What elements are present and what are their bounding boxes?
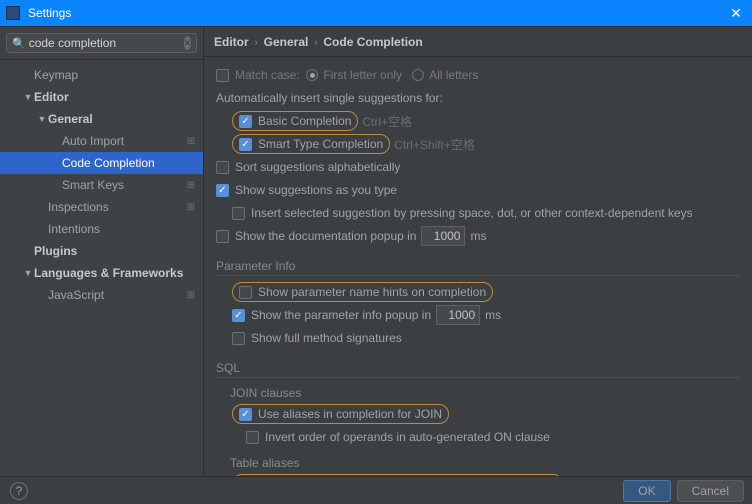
show-as-you-type-checkbox[interactable]: ✓ [216, 184, 229, 197]
param-delay-field[interactable] [436, 305, 480, 325]
smart-completion-checkbox[interactable]: ✓ [239, 138, 252, 151]
chevron-right-icon: › [314, 37, 317, 47]
chevron-down-icon: ▼ [22, 268, 34, 278]
all-letters-radio[interactable] [412, 69, 424, 81]
sidebar-item-languages[interactable]: ▼Languages & Frameworks [0, 262, 203, 284]
sidebar-item-smart-keys[interactable]: Smart Keys⊞ [0, 174, 203, 196]
param-popup-checkbox[interactable]: ✓ [232, 309, 245, 322]
search-input-wrap[interactable]: 🔍 ✕ [6, 33, 197, 53]
search-input[interactable] [29, 36, 184, 50]
chevron-right-icon: › [255, 37, 258, 47]
sidebar-item-auto-import[interactable]: Auto Import⊞ [0, 130, 203, 152]
sidebar-item-inspections[interactable]: Inspections⊞ [0, 196, 203, 218]
chevron-down-icon: ▼ [36, 114, 48, 124]
dialog-footer: ? OK Cancel [0, 476, 752, 504]
doc-delay-field[interactable] [421, 226, 465, 246]
help-button[interactable]: ? [10, 482, 28, 500]
insert-selected-checkbox[interactable] [232, 207, 245, 220]
sidebar-item-javascript[interactable]: JavaScript⊞ [0, 284, 203, 306]
settings-panel: Match case: First letter only All letter… [204, 57, 752, 504]
sidebar-item-keymap[interactable]: Keymap [0, 64, 203, 86]
scope-icon: ⊞ [185, 136, 197, 147]
window-title: Settings [28, 6, 726, 20]
titlebar: Settings ✕ [0, 0, 752, 26]
basic-completion-checkbox[interactable]: ✓ [239, 115, 252, 128]
clear-search-icon[interactable]: ✕ [184, 36, 192, 50]
ok-button[interactable]: OK [623, 480, 670, 502]
sidebar-item-plugins[interactable]: Plugins [0, 240, 203, 262]
sql-header: SQL [216, 361, 740, 378]
full-sig-checkbox[interactable] [232, 332, 245, 345]
sidebar-item-code-completion[interactable]: Code Completion [0, 152, 203, 174]
sidebar-item-editor[interactable]: ▼Editor [0, 86, 203, 108]
app-icon [6, 6, 20, 20]
close-icon[interactable]: ✕ [726, 5, 746, 22]
parameter-info-header: Parameter Info [216, 259, 740, 276]
sidebar-item-intentions[interactable]: Intentions [0, 218, 203, 240]
scope-icon: ⊞ [185, 290, 197, 301]
show-doc-checkbox[interactable] [216, 230, 229, 243]
table-alias-subheader: Table aliases [216, 456, 740, 470]
cancel-button[interactable]: Cancel [677, 480, 744, 502]
invert-checkbox[interactable] [246, 431, 259, 444]
auto-insert-label: Automatically insert single suggestions … [216, 91, 443, 105]
use-alias-checkbox[interactable]: ✓ [239, 408, 252, 421]
scope-icon: ⊞ [185, 180, 197, 191]
settings-tree: Keymap ▼Editor ▼General Auto Import⊞ Cod… [0, 60, 203, 504]
breadcrumb: Editor› General› Code Completion [204, 27, 752, 57]
sidebar-item-general[interactable]: ▼General [0, 108, 203, 130]
first-letter-radio[interactable] [306, 69, 318, 81]
sidebar: 🔍 ✕ Keymap ▼Editor ▼General Auto Import⊞… [0, 27, 204, 504]
join-subheader: JOIN clauses [216, 386, 740, 400]
match-case-checkbox[interactable] [216, 69, 229, 82]
search-icon: 🔍 [12, 37, 26, 50]
param-hints-checkbox[interactable] [239, 286, 252, 299]
sort-alpha-checkbox[interactable] [216, 161, 229, 174]
chevron-down-icon: ▼ [22, 92, 34, 102]
scope-icon: ⊞ [185, 202, 197, 213]
